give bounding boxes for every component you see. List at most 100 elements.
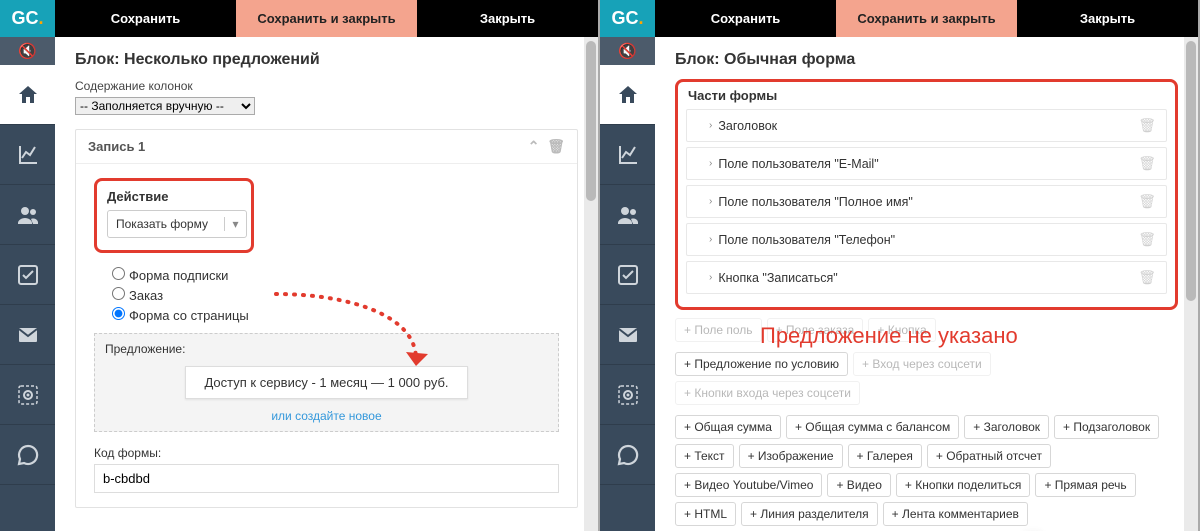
radio-order[interactable]: Заказ [112,287,559,303]
topbar: Сохранить Сохранить и закрыть Закрыть [655,0,1198,37]
columns-label: Содержание колонок [75,79,578,93]
add-chip[interactable]: + Видео Youtube/Vimeo [675,473,822,497]
radio-subscribe[interactable]: Форма подписки [112,267,559,283]
create-new-link[interactable]: или создайте новое [105,409,548,423]
radio-from-page[interactable]: Форма со страницы [112,307,559,323]
save-button[interactable]: Сохранить [55,0,236,37]
scrollbar[interactable] [584,37,598,531]
close-button[interactable]: Закрыть [1017,0,1198,37]
mail-icon [616,323,640,347]
save-button[interactable]: Сохранить [655,0,836,37]
sidebar-item-mail[interactable] [0,305,55,365]
chart-icon [616,143,640,167]
form-part-item[interactable]: ›Поле пользователя "E-Mail"🗑 [686,147,1167,180]
chat-icon [616,443,640,467]
radio-subscribe-label: Форма подписки [129,268,228,283]
sidebar-item-home[interactable] [600,65,655,125]
logo-c: C [26,8,39,29]
record-head-icons: ⌃ 🗑 [528,138,565,155]
offer-value[interactable]: Доступ к сервису - 1 месяц — 1 000 руб. [185,366,467,399]
trash-icon[interactable]: 🗑 [1138,193,1156,210]
sidebar-item-check[interactable] [600,245,655,305]
add-chip[interactable]: + Кнопки входа через соцсети [675,381,860,405]
volume-off-icon: 🔇 [618,42,637,60]
add-chip[interactable]: + Общая сумма с балансом [786,415,959,439]
add-chip[interactable]: + Заголовок [964,415,1049,439]
close-button[interactable]: Закрыть [417,0,598,37]
left-panel: GC. 🔇 Сохранить Сохранить и закрыть [0,0,600,531]
block-title: Блок: Несколько предложений [75,51,578,69]
add-chip[interactable]: + Лента комментариев [883,502,1028,526]
add-chip[interactable]: + Обратный отсчет [927,444,1051,468]
sidebar-item-chart[interactable] [600,125,655,185]
add-chip[interactable]: + Поле поль [675,318,762,342]
add-chip[interactable]: + Галерея [848,444,922,468]
save-close-button[interactable]: Сохранить и закрыть [836,0,1017,37]
add-chip[interactable]: + Прямая речь [1035,473,1135,497]
logo-g: G [11,8,25,29]
sidebar-item-check[interactable] [0,245,55,305]
action-select[interactable]: Показать форму ▾ [107,210,247,238]
part-label: Заголовок [718,119,777,133]
parts-title: Части формы [688,88,1167,103]
gear-icon [616,383,640,407]
sidebar-item-settings[interactable] [600,365,655,425]
sidebar-item-users[interactable] [0,185,55,245]
add-chip[interactable]: + HTML [675,502,736,526]
add-chip[interactable]: + Подзаголовок [1054,415,1159,439]
trash-icon[interactable]: 🗑 [1138,231,1156,248]
save-close-button[interactable]: Сохранить и закрыть [236,0,417,37]
code-input[interactable] [94,464,559,493]
form-part-item[interactable]: › Заголовок 🗑 [686,109,1167,142]
form-parts-highlight: Части формы ›Заголовок🗑›Поле пользовател… [675,79,1178,310]
sidebar-item-chat[interactable] [0,425,55,485]
form-part-item[interactable]: ›Поле пользователя "Полное имя"🗑 [686,185,1167,218]
add-chip[interactable]: + Предложение по условию [675,352,848,376]
sidebar-item-chart[interactable] [0,125,55,185]
radio-from-page-input[interactable] [112,307,125,320]
form-part-item[interactable]: ›Поле пользователя "Телефон"🗑 [686,223,1167,256]
offer-label: Предложение: [105,342,548,356]
collapse-icon[interactable]: ⌃ [528,138,540,154]
mute-row[interactable]: 🔇 [0,37,55,65]
trash-icon[interactable]: 🗑 [1138,117,1156,134]
add-chip[interactable]: + Изображение [739,444,843,468]
record-head[interactable]: Запись 1 ⌃ 🗑 [76,130,577,164]
chevron-right-icon: › [709,272,712,283]
sidebar-item-home[interactable] [0,65,55,125]
scroll-thumb[interactable] [1186,41,1196,301]
logo: GC. [0,0,55,37]
logo-dot: . [39,8,44,29]
users-icon [16,203,40,227]
sidebar-item-mail[interactable] [600,305,655,365]
add-chip[interactable]: + Общая сумма [675,415,781,439]
radio-order-label: Заказ [129,288,163,303]
trash-icon[interactable]: 🗑 [547,138,565,154]
chart-icon [16,143,40,167]
left-content: Сохранить Сохранить и закрыть Закрыть Бл… [55,0,598,531]
radio-order-input[interactable] [112,287,125,300]
fill-select[interactable]: -- Заполняется вручную -- [75,97,255,115]
add-chip[interactable]: + Видео [827,473,890,497]
sidebar-item-users[interactable] [600,185,655,245]
sidebar-item-settings[interactable] [0,365,55,425]
add-chip[interactable]: + Текст [675,444,734,468]
chevron-right-icon: › [709,196,712,207]
chevron-right-icon: › [709,120,712,131]
form-part-item[interactable]: ›Кнопка "Записаться"🗑 [686,261,1167,294]
trash-icon[interactable]: 🗑 [1138,155,1156,172]
trash-icon[interactable]: 🗑 [1138,269,1156,286]
add-chip[interactable]: + Вход через соцсети [853,352,991,376]
dropdown-arrow-icon[interactable]: ▾ [224,217,246,231]
users-icon [616,203,640,227]
chips-area: Предложение не указано + Поле поль+ Поле… [675,318,1178,531]
radio-subscribe-input[interactable] [112,267,125,280]
scroll-thumb[interactable] [586,41,596,201]
sidebar-item-chat[interactable] [600,425,655,485]
add-chip[interactable]: + Линия разделителя [741,502,878,526]
check-icon [616,263,640,287]
mute-row[interactable]: 🔇 [600,37,655,65]
error-overlay-text: Предложение не указано [760,323,1018,349]
add-chip[interactable]: + Кнопки поделиться [896,473,1031,497]
scrollbar[interactable] [1184,37,1198,531]
